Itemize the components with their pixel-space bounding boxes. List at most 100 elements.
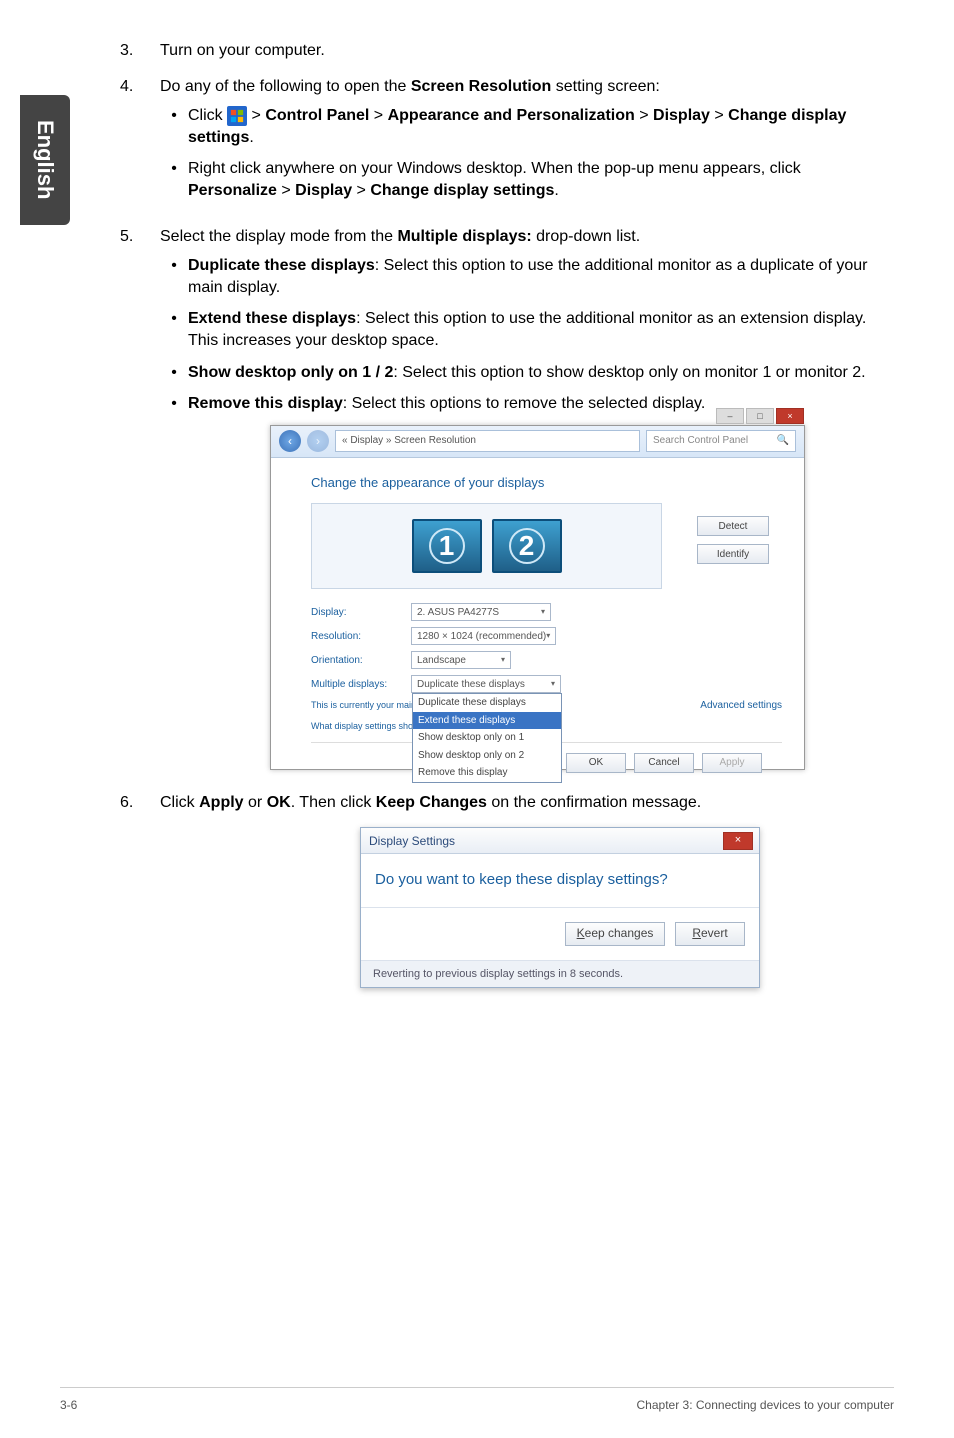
chevron-down-icon: ▾ xyxy=(501,655,505,666)
step-4-bullet-2: Right click anywhere on your Windows des… xyxy=(188,158,884,201)
display-select[interactable]: 2. ASUS PA4277S▾ xyxy=(411,603,551,621)
opt-duplicate: Duplicate these displays: Select this op… xyxy=(188,255,884,298)
step-number-4: 4. xyxy=(120,76,160,212)
countdown-text: Reverting to previous display settings i… xyxy=(361,960,759,988)
display-select-value: 2. ASUS PA4277S xyxy=(417,606,499,620)
minimize-button[interactable]: – xyxy=(716,408,744,424)
close-button[interactable]: × xyxy=(776,408,804,424)
forward-button[interactable]: › xyxy=(307,430,329,452)
search-icon: 🔍 xyxy=(777,434,789,448)
monitor-1-label: 1 xyxy=(429,528,465,564)
s6-b1: Apply xyxy=(199,794,243,811)
s6-t1: Click xyxy=(160,794,199,811)
orientation-select-value: Landscape xyxy=(417,654,466,668)
multiple-displays-select[interactable]: Duplicate these displays▾ Duplicate thes… xyxy=(411,675,561,693)
bullet-dot: • xyxy=(160,362,188,384)
detect-button[interactable]: Detect xyxy=(697,516,769,536)
display-label: Display: xyxy=(311,606,411,620)
resolution-select-value: 1280 × 1024 (recommended) xyxy=(417,630,546,644)
bullet-dot: • xyxy=(160,393,188,415)
revert-button[interactable]: RevertRevert xyxy=(675,922,745,946)
bullet1-p1: Control Panel xyxy=(265,107,369,124)
keep-changes-button[interactable]: KKeep changeseep changes xyxy=(565,922,665,946)
page-heading: Change the appearance of your displays xyxy=(311,474,782,492)
step-number-5: 5. xyxy=(120,226,160,770)
multiple-displays-dropdown: Duplicate these displays Extend these di… xyxy=(412,693,562,783)
back-button[interactable]: ‹ xyxy=(279,430,301,452)
breadcrumb-path[interactable]: « Display » Screen Resolution xyxy=(335,430,640,452)
step-5-text-before: Select the display mode from the xyxy=(160,228,397,245)
bullet2-pre: Right click anywhere on your Windows des… xyxy=(188,160,801,177)
orientation-label: Orientation: xyxy=(311,654,411,668)
cancel-button[interactable]: Cancel xyxy=(634,753,694,773)
monitor-2[interactable]: 2 xyxy=(492,519,562,573)
orientation-select[interactable]: Landscape ▾ xyxy=(411,651,511,669)
dialog-titlebar: Display Settings × xyxy=(361,828,759,854)
opt1-b: Duplicate these displays xyxy=(188,257,375,274)
resolution-label: Resolution: xyxy=(311,630,411,644)
step-4-text-after: setting screen: xyxy=(551,78,660,95)
language-tab: English xyxy=(20,95,70,225)
opt-extend: Extend these displays: Select this optio… xyxy=(188,308,884,351)
opt2-b: Extend these displays xyxy=(188,310,356,327)
monitor-2-label: 2 xyxy=(509,528,545,564)
ok-button[interactable]: OK xyxy=(566,753,626,773)
s6-t4: on the confirmation message. xyxy=(487,794,701,811)
opt3-b: Show desktop only on 1 / 2 xyxy=(188,364,393,381)
window-controls: – □ × xyxy=(716,408,804,424)
confirmation-dialog: Display Settings × Do you want to keep t… xyxy=(360,827,760,988)
step-5-bold: Multiple displays: xyxy=(397,228,531,245)
bullet1-p2: Appearance and Personalization xyxy=(388,107,635,124)
step-3-text: Turn on your computer. xyxy=(160,40,884,62)
dialog-close-button[interactable]: × xyxy=(723,832,753,850)
dropdown-option-only-2[interactable]: Show desktop only on 2 xyxy=(413,747,561,765)
step-number-6: 6. xyxy=(120,792,160,989)
dropdown-option-only-1[interactable]: Show desktop only on 1 xyxy=(413,729,561,747)
search-placeholder: Search Control Panel xyxy=(653,434,748,448)
opt3-t: : Select this option to show desktop onl… xyxy=(393,364,865,381)
resolution-select[interactable]: 1280 × 1024 (recommended)▾ xyxy=(411,627,556,645)
step-4-bullet-1: Click > Control Panel > Appearance and P… xyxy=(188,105,884,148)
dropdown-option-duplicate[interactable]: Duplicate these displays xyxy=(413,694,561,712)
bullet-dot: • xyxy=(160,255,188,298)
s6-b3: Keep Changes xyxy=(376,794,487,811)
bullet2-p2: Display xyxy=(295,182,352,199)
bullet-dot: • xyxy=(160,105,188,148)
s6-b2: OK xyxy=(267,794,291,811)
multiple-displays-value: Duplicate these displays xyxy=(417,678,525,692)
bullet1-pre: Click xyxy=(188,107,227,124)
multiple-displays-label: Multiple displays: xyxy=(311,678,411,692)
bullet-dot: • xyxy=(160,158,188,201)
advanced-settings-link[interactable]: Advanced settings xyxy=(700,699,782,713)
bullet2-p3: Change display settings xyxy=(370,182,554,199)
step-4-text-before: Do any of the following to open the xyxy=(160,78,411,95)
dropdown-option-remove[interactable]: Remove this display xyxy=(413,764,561,782)
opt-show-only: Show desktop only on 1 / 2: Select this … xyxy=(188,362,884,384)
monitor-1[interactable]: 1 xyxy=(412,519,482,573)
display-arrangement-area[interactable]: 1 2 Detect Identify xyxy=(311,503,662,589)
dropdown-option-extend[interactable]: Extend these displays xyxy=(413,712,561,730)
step-6-text: Click Apply or OK. Then click Keep Chang… xyxy=(160,792,884,989)
opt4-b: Remove this display xyxy=(188,395,343,412)
step-5-text-after: drop-down list. xyxy=(532,228,641,245)
page-number: 3-6 xyxy=(60,1398,77,1412)
bullet2-p1: Personalize xyxy=(188,182,277,199)
dialog-question: Do you want to keep these display settin… xyxy=(375,870,745,890)
start-icon xyxy=(227,106,247,126)
step-4-bold: Screen Resolution xyxy=(411,78,551,95)
search-input[interactable]: Search Control Panel 🔍 xyxy=(646,430,796,452)
s6-t2: or xyxy=(244,794,267,811)
identify-button[interactable]: Identify xyxy=(697,544,769,564)
chapter-title: Chapter 3: Connecting devices to your co… xyxy=(637,1398,894,1412)
page-footer: 3-6 Chapter 3: Connecting devices to you… xyxy=(60,1387,894,1412)
dialog-title: Display Settings xyxy=(369,833,455,849)
s6-t3: . Then click xyxy=(291,794,376,811)
bullet-dot: • xyxy=(160,308,188,351)
screen-resolution-window: – □ × ‹ › « Display » Screen Resolution … xyxy=(270,425,805,770)
chevron-down-icon: ▾ xyxy=(546,631,550,642)
maximize-button[interactable]: □ xyxy=(746,408,774,424)
chevron-down-icon: ▾ xyxy=(551,679,555,690)
opt4-t: : Select this options to remove the sele… xyxy=(343,395,706,412)
bullet1-p3: Display xyxy=(653,107,710,124)
apply-button[interactable]: Apply xyxy=(702,753,762,773)
